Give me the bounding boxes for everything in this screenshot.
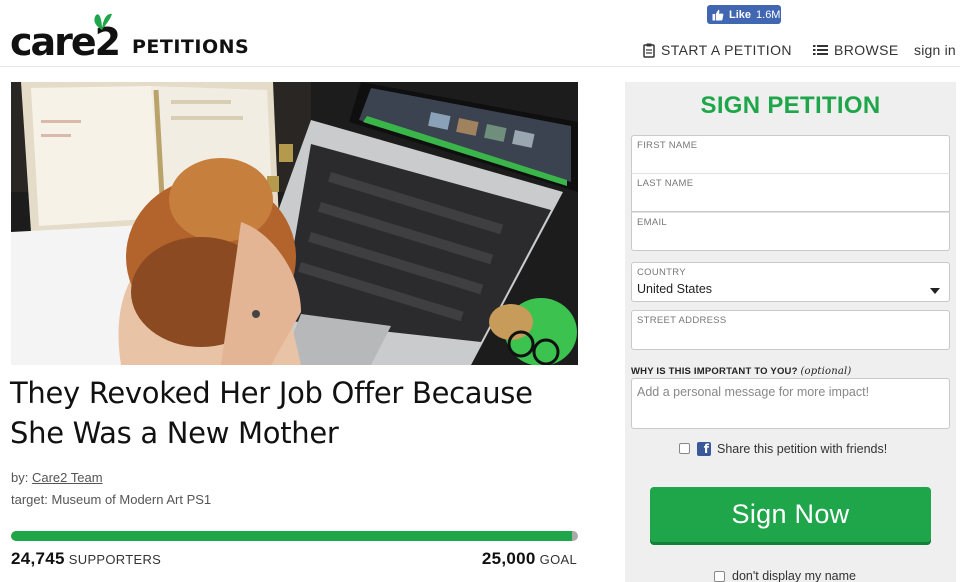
progress-fill [11, 531, 573, 541]
clipboard-icon [643, 43, 655, 58]
supporters-number: 24,745 [11, 549, 65, 568]
street-address-label: STREET ADDRESS [637, 315, 727, 326]
hide-name-option[interactable]: don't display my name [714, 568, 856, 582]
why-important-label: WHY IS THIS IMPORTANT TO YOU? (optional) [631, 366, 852, 377]
goal-label: GOAL [539, 552, 577, 567]
start-petition-link[interactable]: START A PETITION [643, 40, 792, 60]
sign-petition-panel: SIGN PETITION FIRST NAME LAST NAME EMAIL… [625, 82, 956, 582]
dropdown-caret-icon [930, 288, 940, 294]
email-field[interactable]: EMAIL [631, 212, 950, 251]
personal-message-placeholder: Add a personal message for more impact! [637, 385, 870, 399]
email-label: EMAIL [637, 217, 668, 228]
share-checkbox[interactable] [679, 443, 690, 454]
country-select[interactable]: COUNTRY United States [631, 262, 950, 302]
share-with-friends-option[interactable]: f Share this petition with friends! [679, 440, 887, 457]
petition-hero-image [11, 82, 578, 365]
facebook-like-count: 1.6M [756, 8, 781, 21]
signature-progress-bar [11, 531, 578, 541]
woman-at-laptop-illustration [11, 82, 578, 365]
sign-now-button[interactable]: Sign Now [650, 487, 931, 542]
why-important-text: WHY IS THIS IMPORTANT TO YOU? [631, 366, 798, 377]
facebook-icon: f [697, 441, 711, 456]
share-label: Share this petition with friends! [717, 441, 888, 456]
list-icon [813, 45, 828, 55]
panel-title: SIGN PETITION [700, 92, 881, 119]
optional-tag: (optional) [800, 366, 852, 377]
hide-name-label: don't display my name [732, 569, 856, 582]
sign-in-label: sign in [914, 42, 956, 58]
hide-name-checkbox[interactable] [714, 570, 725, 582]
author-link[interactable]: Care2 Team [32, 470, 103, 485]
first-name-field[interactable]: FIRST NAME [631, 135, 950, 174]
browse-label: BROWSE [834, 42, 899, 58]
browse-link[interactable]: BROWSE [813, 40, 899, 60]
site-logo[interactable]: care2 PETITIONS [10, 12, 250, 62]
thumbs-up-icon [712, 9, 724, 20]
byline-prefix: by: [11, 470, 29, 485]
last-name-label: LAST NAME [637, 178, 694, 189]
facebook-like-button[interactable]: Like 1.6M [707, 5, 781, 24]
sign-in-link[interactable]: sign in [914, 40, 956, 60]
supporters-count: 24,745 SUPPORTERS [11, 549, 161, 569]
goal-number: 25,000 [481, 549, 536, 568]
butterfly-icon [94, 13, 112, 30]
facebook-like-label: Like [729, 8, 752, 21]
start-petition-label: START A PETITION [661, 42, 792, 58]
street-address-field[interactable]: STREET ADDRESS [631, 310, 950, 350]
petition-target: target: Museum of Modern Art PS1 [11, 492, 211, 507]
last-name-field[interactable]: LAST NAME [631, 173, 950, 212]
goal-count: 25,000 GOAL [482, 549, 577, 569]
header-divider [0, 66, 960, 67]
country-value: United States [637, 282, 713, 296]
petition-byline: by: Care2 Team [11, 470, 103, 485]
product-name: PETITIONS [132, 36, 250, 58]
first-name-label: FIRST NAME [637, 140, 698, 151]
personal-message-textarea[interactable]: Add a personal message for more impact! [631, 378, 950, 429]
country-label: COUNTRY [637, 267, 686, 278]
petition-title: They Revoked Her Job Offer Because She W… [10, 376, 533, 450]
supporters-label: SUPPORTERS [68, 552, 162, 567]
target-prefix: target: [11, 492, 48, 507]
target-name: Museum of Modern Art PS1 [51, 492, 212, 507]
